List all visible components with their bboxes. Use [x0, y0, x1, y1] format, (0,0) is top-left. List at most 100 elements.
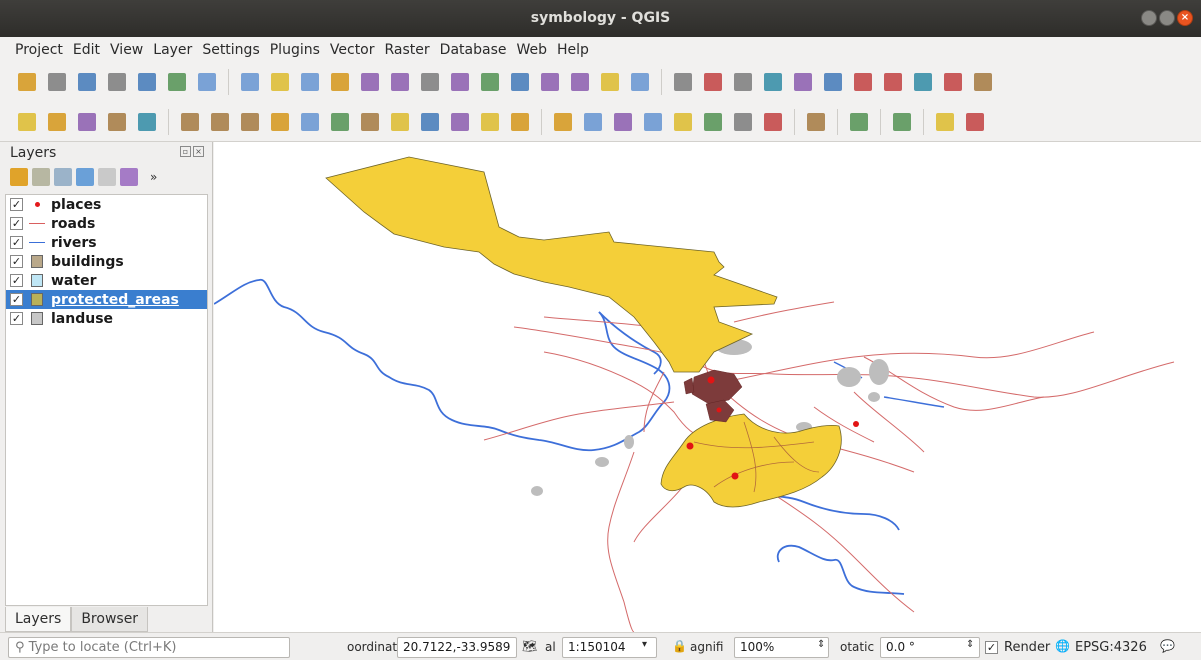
coordinate-field[interactable]: 20.7122,-33.9589	[397, 637, 517, 658]
zoom-full-button[interactable]	[387, 69, 413, 95]
python-console-button[interactable]	[846, 109, 872, 135]
tab-layers[interactable]: Layers	[5, 607, 72, 632]
modify-attributes-button[interactable]	[327, 109, 353, 135]
metasearch-button[interactable]	[803, 109, 829, 135]
map-tips-button[interactable]	[940, 69, 966, 95]
layer-row-landuse[interactable]: ✓ landuse	[6, 309, 207, 328]
zoom-last-button[interactable]	[477, 69, 503, 95]
close-button[interactable]: ×	[1177, 10, 1193, 26]
layer-visibility-checkbox[interactable]: ✓	[10, 217, 23, 230]
current-edits-button[interactable]	[177, 109, 203, 135]
statistics-button[interactable]	[880, 69, 906, 95]
menu-web[interactable]: Web	[511, 42, 552, 58]
chevron-down-icon[interactable]: ▾	[642, 639, 658, 655]
style-layer-icon[interactable]	[10, 168, 28, 186]
new-print-layout-button[interactable]	[134, 69, 160, 95]
more-tools-icon[interactable]: »	[150, 170, 157, 184]
layer-row-protected-areas[interactable]: ✓ protected_areas	[6, 290, 207, 309]
select-by-value-button[interactable]	[760, 69, 786, 95]
layout-manager-button[interactable]	[164, 69, 190, 95]
menu-settings[interactable]: Settings	[197, 42, 264, 58]
actions-button[interactable]	[700, 69, 726, 95]
undock-icon[interactable]: ▫	[180, 146, 191, 157]
cut-features-button[interactable]	[387, 109, 413, 135]
measure-button[interactable]	[910, 69, 936, 95]
pan-to-selection-button[interactable]	[267, 69, 293, 95]
close-panel-icon[interactable]: ×	[193, 146, 204, 157]
move-label-button[interactable]	[700, 109, 726, 135]
save-project-button[interactable]	[74, 69, 100, 95]
identify-button[interactable]	[670, 69, 696, 95]
menu-layer[interactable]: Layer	[148, 42, 197, 58]
zoom-in-button[interactable]	[297, 69, 323, 95]
rotate-label-button[interactable]	[730, 109, 756, 135]
georeferencer-button[interactable]	[932, 109, 958, 135]
add-feature-button[interactable]	[267, 109, 293, 135]
add-group-icon[interactable]	[32, 168, 50, 186]
layer-visibility-checkbox[interactable]: ✓	[10, 293, 23, 306]
change-label-button[interactable]	[760, 109, 786, 135]
spin-arrows-icon[interactable]: ⇕	[817, 639, 833, 655]
map-canvas[interactable]	[214, 142, 1201, 632]
manage-visibility-icon[interactable]	[54, 168, 72, 186]
paste-features-button[interactable]	[447, 109, 473, 135]
save-as-button[interactable]	[104, 69, 130, 95]
layer-visibility-checkbox[interactable]: ✓	[10, 236, 23, 249]
filter-legend-icon[interactable]	[76, 168, 94, 186]
label-toolbar-button[interactable]	[550, 109, 576, 135]
new-spatialite-button[interactable]	[104, 109, 130, 135]
open-project-button[interactable]	[44, 69, 70, 95]
style-manager-button[interactable]	[194, 69, 220, 95]
map-svg[interactable]	[214, 142, 1201, 632]
help-contents-button[interactable]	[889, 109, 915, 135]
deselect-button[interactable]	[790, 69, 816, 95]
show-hide-labels-button[interactable]	[670, 109, 696, 135]
menu-raster[interactable]: Raster	[380, 42, 435, 58]
messages-icon[interactable]: 💬	[1160, 639, 1176, 655]
highlight-pinned-labels-button[interactable]	[610, 109, 636, 135]
menu-plugins[interactable]: Plugins	[265, 42, 325, 58]
temporal-button[interactable]	[597, 69, 623, 95]
refresh-button[interactable]	[627, 69, 653, 95]
data-source-manager-button[interactable]	[14, 109, 40, 135]
locator-input[interactable]: ⚲ Type to locate (Ctrl+K)	[8, 637, 290, 658]
filter-expression-icon[interactable]	[98, 168, 116, 186]
render-checkbox[interactable]: ✓	[985, 641, 998, 654]
layer-row-water[interactable]: ✓ water	[6, 271, 207, 290]
pin-labels-button[interactable]	[640, 109, 666, 135]
layer-visibility-checkbox[interactable]: ✓	[10, 312, 23, 325]
digitize-button[interactable]	[74, 109, 100, 135]
layer-row-buildings[interactable]: ✓ buildings	[6, 252, 207, 271]
layer-diagram-button[interactable]	[580, 109, 606, 135]
topology-checker-button[interactable]	[962, 109, 988, 135]
zoom-layer-button[interactable]	[447, 69, 473, 95]
lock-icon[interactable]: 🔒	[672, 639, 688, 655]
redo-button[interactable]	[507, 109, 533, 135]
undo-button[interactable]	[477, 109, 503, 135]
menu-vector[interactable]: Vector	[325, 42, 380, 58]
new-geopackage-button[interactable]	[44, 109, 70, 135]
crs-label[interactable]: EPSG:4326	[1075, 640, 1147, 655]
show-bookmarks-button[interactable]	[567, 69, 593, 95]
vertex-tool-button[interactable]	[297, 109, 323, 135]
layer-row-places[interactable]: ✓ places	[6, 195, 207, 214]
layer-visibility-checkbox[interactable]: ✓	[10, 255, 23, 268]
pan-button[interactable]	[237, 69, 263, 95]
save-edits-button[interactable]	[237, 109, 263, 135]
new-project-button[interactable]	[14, 69, 40, 95]
layer-row-rivers[interactable]: ✓ rivers	[6, 233, 207, 252]
spin-arrows-icon[interactable]: ⇕	[966, 639, 982, 655]
attribute-table-button[interactable]	[820, 69, 846, 95]
layer-row-roads[interactable]: ✓ roads	[6, 214, 207, 233]
text-annotation-button[interactable]	[970, 69, 996, 95]
rotation-field[interactable]: 0.0 °	[880, 637, 980, 658]
zoom-selection-button[interactable]	[417, 69, 443, 95]
tab-browser[interactable]: Browser	[71, 607, 149, 632]
maximize-button[interactable]	[1159, 10, 1175, 26]
minimize-button[interactable]	[1141, 10, 1157, 26]
toggle-editing-button[interactable]	[207, 109, 233, 135]
layer-visibility-checkbox[interactable]: ✓	[10, 198, 23, 211]
select-features-button[interactable]	[730, 69, 756, 95]
magnifier-field[interactable]: 100%	[734, 637, 829, 658]
expand-all-icon[interactable]	[120, 168, 138, 186]
